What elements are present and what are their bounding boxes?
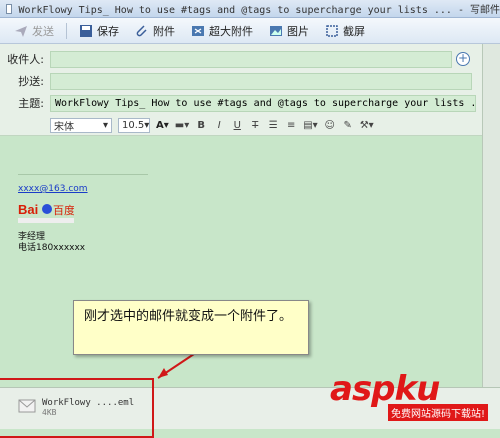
toolbar: 发送 保存 附件 超大附件 图片 截屏 xyxy=(0,18,500,44)
title-bar: WorkFlowy Tips_ How to use #tags and @ta… xyxy=(0,0,500,18)
toolbar-separator xyxy=(66,22,67,39)
send-button[interactable]: 发送 xyxy=(8,21,60,41)
strikethrough-icon[interactable]: T xyxy=(249,120,261,131)
align-icon[interactable]: ▤▾ xyxy=(303,120,317,131)
font-family-select[interactable]: 宋体 ▾ xyxy=(50,118,112,133)
screenshot-button[interactable]: 截屏 xyxy=(319,21,371,41)
annotation-callout: 刚才选中的邮件就变成一个附件了。 xyxy=(73,300,309,355)
baidu-logo: Bai 百度 xyxy=(18,202,74,223)
subject-row: 主题: WorkFlowy Tips_ How to use #tags and… xyxy=(0,92,500,114)
window-title: WorkFlowy Tips_ How to use #tags and @ta… xyxy=(18,5,500,16)
large-attach-button[interactable]: 超大附件 xyxy=(185,21,259,41)
subject-field[interactable]: WorkFlowy Tips_ How to use #tags and @ta… xyxy=(50,94,476,112)
highlight-color-icon[interactable]: ▬▾ xyxy=(175,120,189,131)
watermark-tagline: 免费网站源码下载站! xyxy=(388,404,489,421)
font-size-select[interactable]: 10.5 ▾ xyxy=(118,118,150,133)
italic-icon[interactable]: I xyxy=(213,120,225,131)
image-button[interactable]: 图片 xyxy=(263,21,315,41)
to-row: 收件人: + xyxy=(0,48,500,70)
watermark: aspku 免费网站源码下载站! xyxy=(330,369,489,421)
signature-phone: 电话180xxxxxx xyxy=(18,243,86,253)
window-icon xyxy=(6,3,13,14)
add-contact-icon[interactable]: + xyxy=(456,52,470,66)
chevron-down-icon: ▾ xyxy=(102,120,108,131)
svg-text:百度: 百度 xyxy=(53,203,74,217)
format-toolbar: 宋体 ▾ 10.5 ▾ A▾ ▬▾ B I U T ☰ ≡ ▤▾ ☺ ✎ ⚒▾ xyxy=(0,116,500,136)
header-fields: 收件人: + 抄送: 主题: WorkFlowy Tips_ How to us… xyxy=(0,44,500,116)
save-button[interactable]: 保存 xyxy=(73,21,125,41)
stationery-icon[interactable]: ✎ xyxy=(342,120,354,131)
bold-icon[interactable]: B xyxy=(195,120,207,131)
cc-row: 抄送: xyxy=(0,70,500,92)
bullet-list-icon[interactable]: ☰ xyxy=(267,120,279,131)
to-label: 收件人: xyxy=(7,53,44,66)
signature-divider xyxy=(18,174,148,175)
watermark-logo: aspku xyxy=(330,369,440,409)
scrollbar[interactable] xyxy=(482,44,500,387)
annotation-highlight-box xyxy=(0,378,154,438)
save-icon xyxy=(80,24,92,37)
cc-label[interactable]: 抄送: xyxy=(0,73,48,89)
subject-label: 主题: xyxy=(18,97,44,110)
cc-field[interactable] xyxy=(50,72,472,90)
emoji-icon[interactable]: ☺ xyxy=(324,120,336,131)
image-icon xyxy=(270,25,282,36)
send-icon xyxy=(15,25,27,37)
chevron-down-icon: ▾ xyxy=(144,120,150,131)
font-color-icon[interactable]: A▾ xyxy=(156,120,169,131)
numbered-list-icon[interactable]: ≡ xyxy=(285,120,297,131)
more-format-icon[interactable]: ⚒▾ xyxy=(360,120,374,131)
to-field[interactable] xyxy=(50,50,452,68)
large-attach-icon xyxy=(192,25,204,36)
attach-button[interactable]: 附件 xyxy=(129,21,181,41)
underline-icon[interactable]: U xyxy=(231,120,243,131)
screenshot-icon xyxy=(326,24,338,37)
svg-text:Bai: Bai xyxy=(18,202,38,217)
signature-email[interactable]: xxxx@163.com xyxy=(18,184,88,194)
paperclip-icon xyxy=(136,24,147,36)
